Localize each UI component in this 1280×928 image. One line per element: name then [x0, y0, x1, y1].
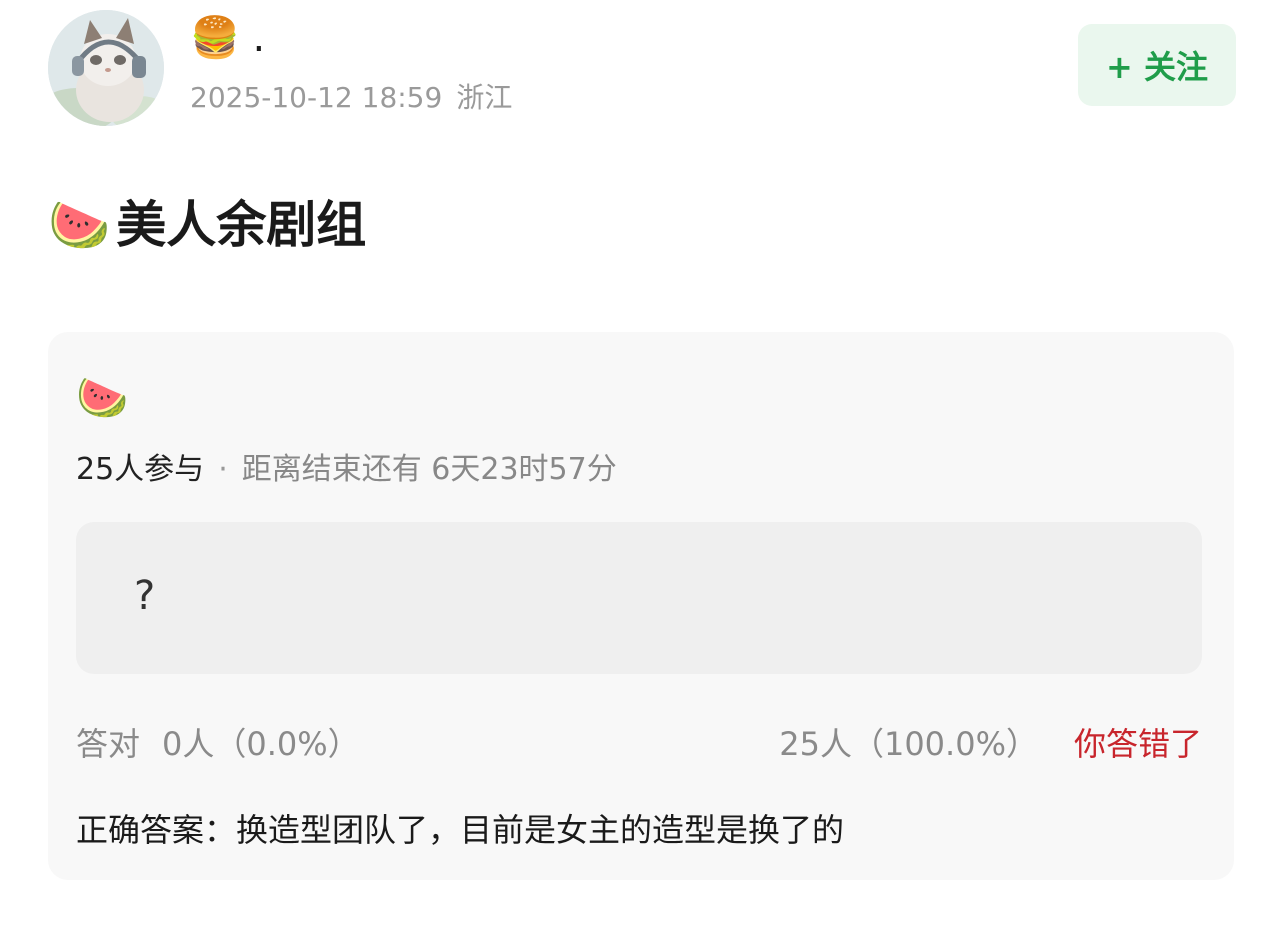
correct-answer-text: 正确答案：换造型团队了，目前是女主的造型是换了的: [76, 811, 845, 849]
avatar-cat-headphones-image: [48, 10, 164, 126]
correct-label: 答对: [76, 725, 141, 763]
avatar[interactable]: [48, 10, 164, 126]
watermelon-icon: 🍉: [48, 196, 111, 254]
poll-result-correct: 答对 0人（0.0%）: [76, 722, 360, 766]
poll-card: 🍉 25人参与 · 距离结束还有 6天23时57分 ? 答对 0人（0.0%） 25人…: [48, 332, 1234, 880]
watermelon-icon: 🍉: [76, 373, 129, 422]
wrong-answer-status: 你答错了: [1073, 725, 1202, 763]
poll-stats-separator: ·: [218, 452, 228, 487]
post-meta: 2025-10-12 18:59 浙江: [190, 78, 512, 118]
correct-count: 0人（0.0%）: [162, 725, 360, 763]
post-title: 🍉 美人余剧组: [48, 190, 366, 260]
post-title-text: 美人余剧组: [116, 196, 367, 254]
poll-option[interactable]: ?: [76, 522, 1202, 674]
wrong-count: 25人（100.0%）: [779, 725, 1038, 763]
post-timestamp: 2025-10-12 18:59: [190, 81, 443, 114]
poll-participants: 25人参与: [76, 452, 205, 487]
follow-button[interactable]: + 关注: [1078, 24, 1236, 106]
poll-result-wrong: 25人（100.0%） 你答错了: [779, 722, 1202, 766]
poll-option-text: ?: [134, 573, 156, 619]
poll-time-remaining: 距离结束还有 6天23时57分: [241, 452, 617, 487]
author-name[interactable]: 🍔 .: [190, 12, 265, 64]
poll-stats: 25人参与 · 距离结束还有 6天23时57分: [76, 450, 617, 490]
post-location: 浙江: [456, 81, 513, 114]
